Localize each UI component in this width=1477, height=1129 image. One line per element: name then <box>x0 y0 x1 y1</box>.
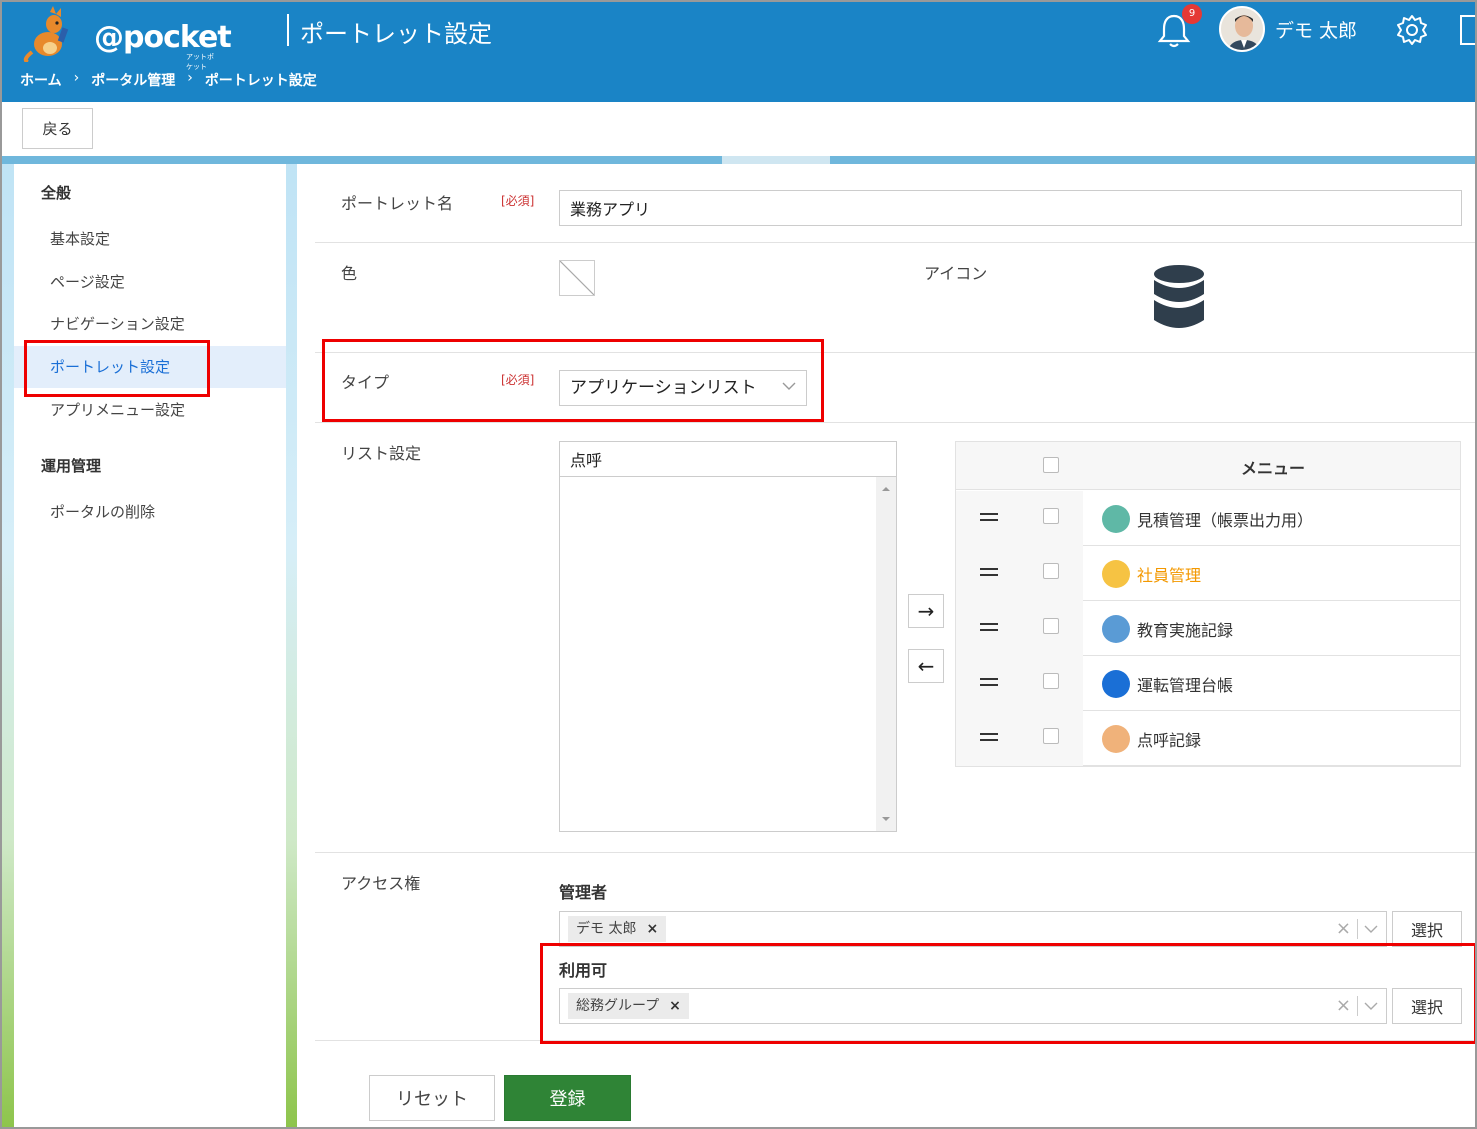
clear-icon[interactable]: × <box>1336 918 1351 939</box>
notification-badge: 9 <box>1182 4 1202 24</box>
admin-tag-label: デモ 太郎 <box>576 921 637 937</box>
move-right-button[interactable]: → <box>908 594 944 628</box>
menu-item-label[interactable]: 見積管理（帳票出力用） <box>1137 507 1313 531</box>
icon-label: アイコン <box>924 264 988 283</box>
database-icon[interactable] <box>1153 264 1205 330</box>
breadcrumb-separator: › <box>73 70 80 86</box>
top-header: @pocket アットポケット ポートレット設定 ホーム › ポータル管理 › … <box>2 2 1477 102</box>
drag-handle-icon[interactable] <box>980 568 998 576</box>
menu-table-header: メニュー <box>956 442 1460 490</box>
color-picker[interactable] <box>559 260 595 296</box>
background-strip-highlight <box>722 156 830 164</box>
sidebar-item-page-settings[interactable]: ページ設定 <box>14 261 286 303</box>
gear-icon[interactable] <box>1394 12 1430 48</box>
reset-button[interactable]: リセット <box>369 1075 495 1121</box>
menu-row-checkbox[interactable] <box>1043 618 1059 634</box>
menu-item-label[interactable]: 社員管理 <box>1137 562 1201 586</box>
scroll-down-icon[interactable] <box>876 811 896 827</box>
portlet-name-label: ポートレット名 <box>341 194 454 213</box>
submit-button[interactable]: 登録 <box>504 1075 631 1121</box>
logout-icon[interactable] <box>1459 14 1477 46</box>
toolbar: 戻る <box>2 102 1475 156</box>
select-all-checkbox[interactable] <box>1043 457 1059 473</box>
color-label: 色 <box>341 264 358 283</box>
back-button[interactable]: 戻る <box>22 108 93 149</box>
sidebar-section-general: 全般 <box>41 184 72 202</box>
sidebar-item-basic-settings[interactable]: 基本設定 <box>14 218 286 260</box>
sidebar-item-delete-portal[interactable]: ポータルの削除 <box>14 491 286 533</box>
menu-table: メニュー 見積管理（帳票出力用） 社員管理教育実施記録 運転管理台帳 点呼記録 <box>955 441 1461 767</box>
breadcrumb-home[interactable]: ホーム <box>20 70 62 90</box>
menu-row-checkbox[interactable] <box>1043 673 1059 689</box>
menu-row-controls <box>956 711 1083 766</box>
menu-row[interactable]: 社員管理 <box>956 546 1460 601</box>
chevron-down-icon[interactable] <box>1364 922 1378 936</box>
sidebar-item-navigation-settings[interactable]: ナビゲーション設定 <box>14 303 286 345</box>
app-window: @pocket アットポケット ポートレット設定 ホーム › ポータル管理 › … <box>0 0 1477 1129</box>
tag-remove-icon[interactable]: × <box>646 916 658 942</box>
menu-row-controls <box>956 491 1083 546</box>
menu-row[interactable]: 教育実施記録 <box>956 601 1460 656</box>
admin-select-button[interactable]: 選択 <box>1392 911 1462 947</box>
logo-text: @pocket <box>94 20 232 55</box>
required-mark: [必須] <box>501 194 535 208</box>
breadcrumb-portal-admin[interactable]: ポータル管理 <box>91 70 175 90</box>
logo-subtitle: アットポケット <box>186 53 214 71</box>
portlet-name-input[interactable]: 業務アプリ <box>559 190 1462 226</box>
menu-row[interactable]: 見積管理（帳票出力用） <box>956 491 1460 546</box>
menu-item-label[interactable]: 運転管理台帳 <box>1137 672 1233 696</box>
kangaroo-icon <box>23 6 69 62</box>
menu-item-label[interactable]: 点呼記録 <box>1137 727 1201 751</box>
breadcrumb-separator: › <box>187 70 193 86</box>
menu-row[interactable]: 点呼記録 <box>956 711 1460 766</box>
user-name[interactable]: デモ 太郎 <box>1275 16 1357 43</box>
sidebar: 全般 基本設定 ページ設定 ナビゲーション設定 ポートレット設定 アプリメニュー… <box>14 164 286 1127</box>
menu-row[interactable]: 運転管理台帳 <box>956 656 1460 711</box>
menu-column-header: メニュー <box>1241 459 1306 478</box>
logo[interactable]: @pocket アットポケット <box>20 6 232 71</box>
menu-row-checkbox[interactable] <box>1043 563 1059 579</box>
selected-list-box[interactable] <box>559 476 897 832</box>
menu-row-checkbox[interactable] <box>1043 728 1059 744</box>
highlight-box-usable <box>540 943 1475 1044</box>
header-divider <box>287 14 289 46</box>
breadcrumb: ホーム › ポータル管理 › ポートレット設定 <box>20 70 317 90</box>
admin-select[interactable]: デモ 太郎 × × <box>559 911 1387 947</box>
highlight-box-sidebar <box>24 340 210 397</box>
app-icon <box>1102 505 1130 533</box>
sidebar-section-operations: 運用管理 <box>41 457 102 475</box>
drag-handle-icon[interactable] <box>980 678 998 686</box>
page-title: ポートレット設定 <box>300 20 492 48</box>
app-icon <box>1102 725 1130 753</box>
user-avatar[interactable] <box>1219 6 1265 52</box>
scroll-up-icon[interactable] <box>876 481 896 497</box>
menu-row-controls <box>956 601 1083 656</box>
drag-handle-icon[interactable] <box>980 623 998 631</box>
admin-tag: デモ 太郎 × <box>568 916 667 942</box>
move-left-button[interactable]: ← <box>908 649 944 683</box>
app-icon <box>1102 560 1130 588</box>
drag-handle-icon[interactable] <box>980 733 998 741</box>
highlight-box-type <box>322 339 824 422</box>
menu-row-controls <box>956 656 1083 711</box>
access-label: アクセス権 <box>341 874 421 893</box>
divider <box>315 852 1475 853</box>
person-icon <box>1221 8 1263 50</box>
divider <box>315 242 1475 243</box>
drag-handle-icon[interactable] <box>980 513 998 521</box>
menu-item-label[interactable]: 教育実施記録 <box>1137 617 1233 641</box>
list-search-input[interactable]: 点呼 <box>559 441 897 477</box>
app-icon <box>1102 615 1130 643</box>
separator <box>1357 918 1358 939</box>
menu-row-checkbox[interactable] <box>1043 508 1059 524</box>
app-icon <box>1102 670 1130 698</box>
select-controls: × <box>1336 918 1378 939</box>
scrollbar[interactable] <box>876 477 896 831</box>
admin-label: 管理者 <box>559 883 608 902</box>
breadcrumb-current: ポートレット設定 <box>204 73 317 89</box>
list-settings-label: リスト設定 <box>341 444 422 463</box>
menu-row-controls <box>956 546 1083 601</box>
divider <box>315 422 1475 423</box>
